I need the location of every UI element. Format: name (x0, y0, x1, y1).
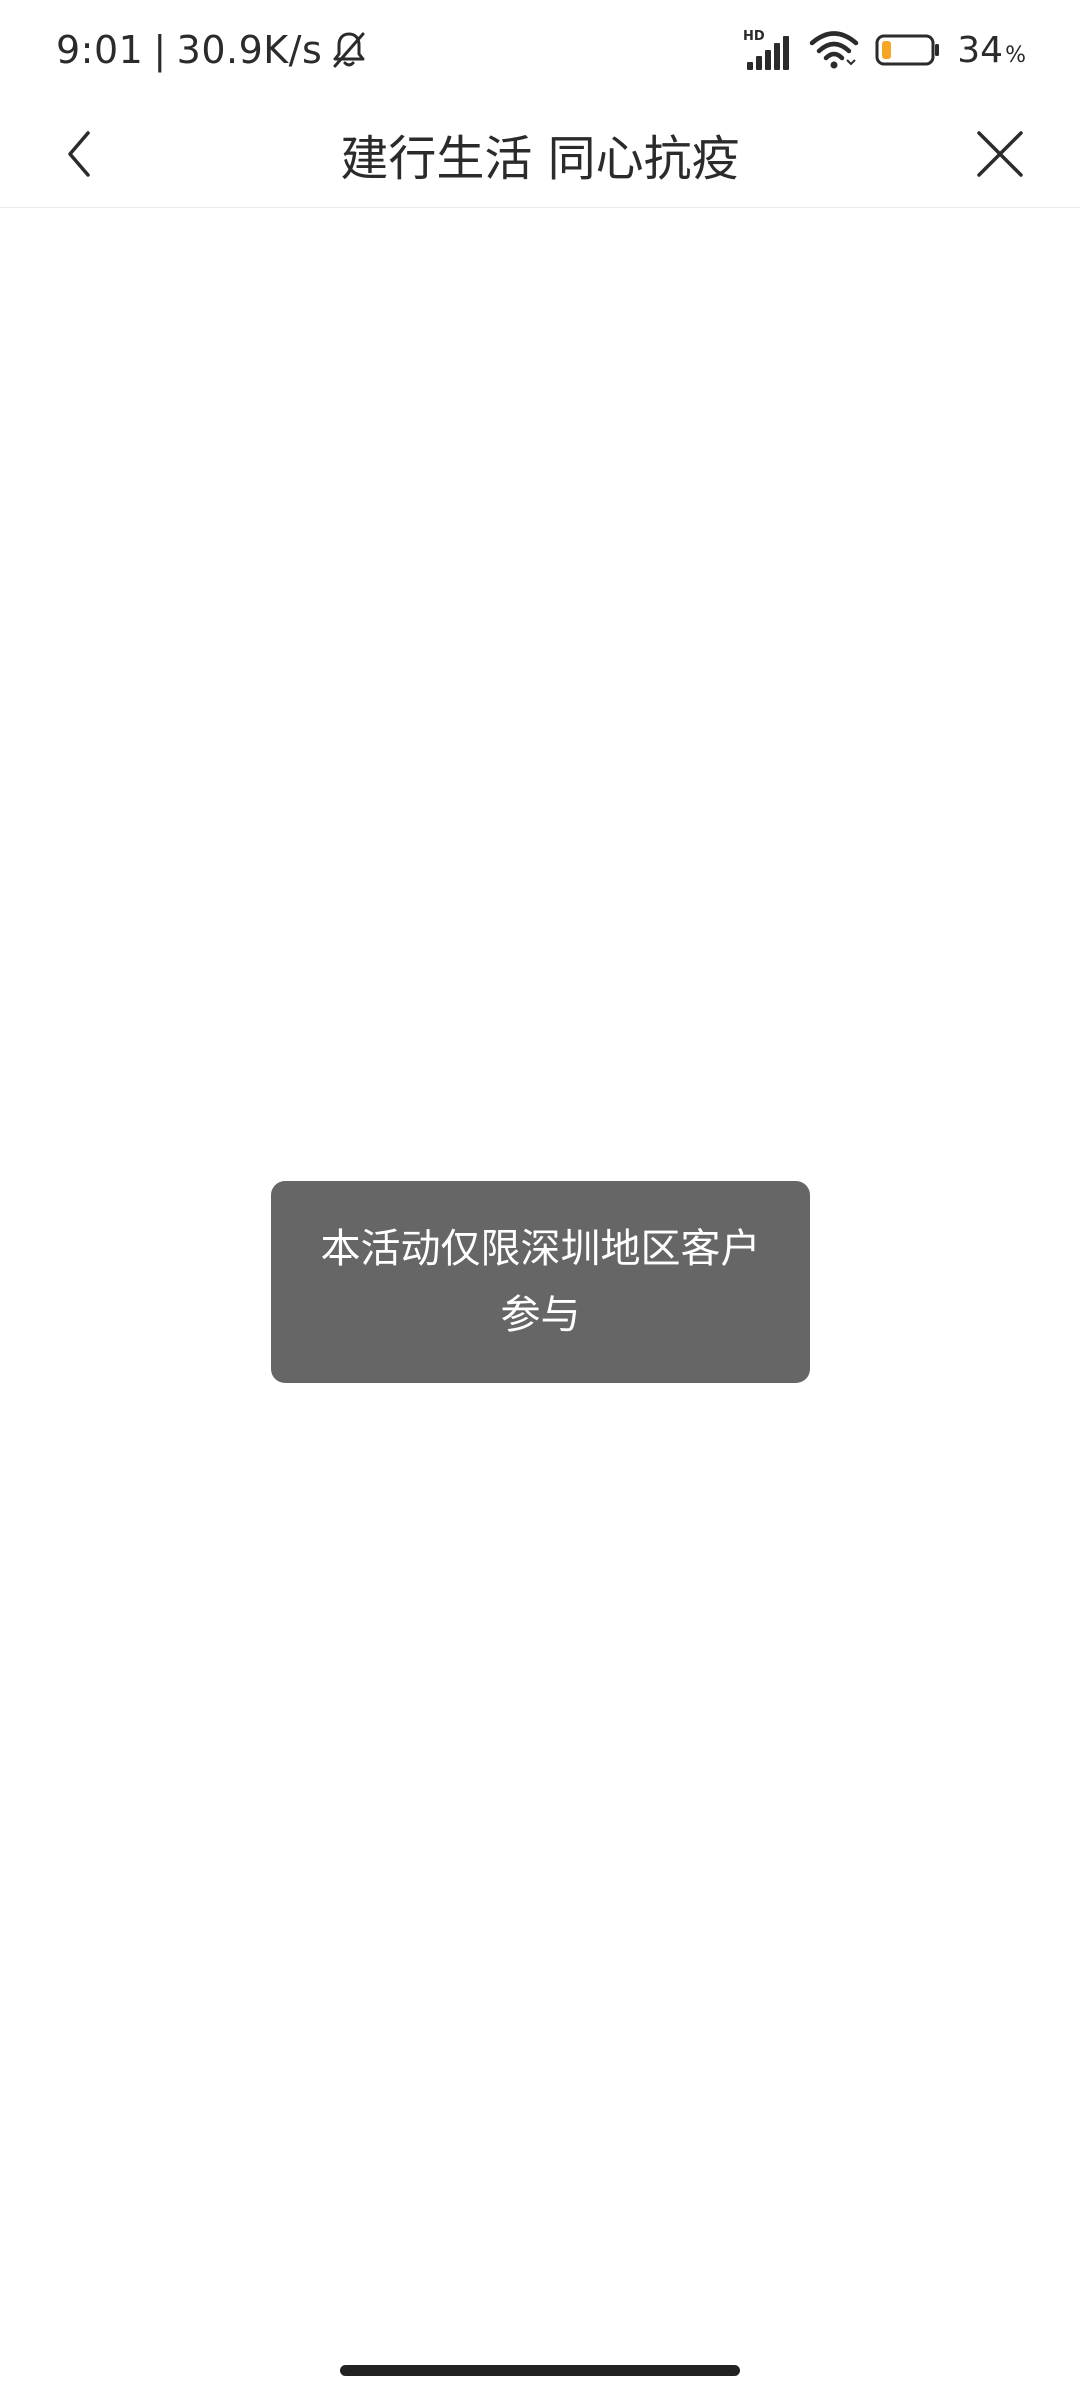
close-icon (975, 129, 1025, 179)
battery-percent: 34% (957, 30, 1026, 71)
wifi-icon (809, 30, 859, 70)
nav-bar: 建行生活 同心抗疫 (0, 100, 1080, 208)
status-bar: 9:01 | 30.9K/s HD 34 % (0, 0, 1080, 100)
bell-muted-icon (330, 30, 368, 70)
status-left: 9:01 | 30.9K/s (56, 24, 368, 76)
home-indicator[interactable] (340, 2365, 740, 2376)
page-title: 建行生活 同心抗疫 (340, 131, 740, 187)
status-separator: | (153, 28, 167, 72)
toast-message: 本活动仅限深圳地区客户参与 (320, 1226, 761, 1338)
battery-percent-sign: % (1005, 42, 1026, 68)
battery-icon (875, 33, 941, 67)
status-right: HD 34% (743, 24, 1026, 76)
back-button[interactable] (44, 118, 116, 190)
hd-signal-icon: HD (743, 28, 793, 72)
chevron-left-icon (62, 129, 98, 179)
battery-percent-value: 34 (957, 29, 1004, 71)
close-button[interactable] (964, 118, 1036, 190)
network-speed: 30.9K/s (176, 28, 323, 72)
hd-label: HD (743, 29, 765, 44)
toast: 本活动仅限深圳地区客户参与 (271, 1181, 810, 1383)
status-time: 9:01 (56, 28, 144, 72)
